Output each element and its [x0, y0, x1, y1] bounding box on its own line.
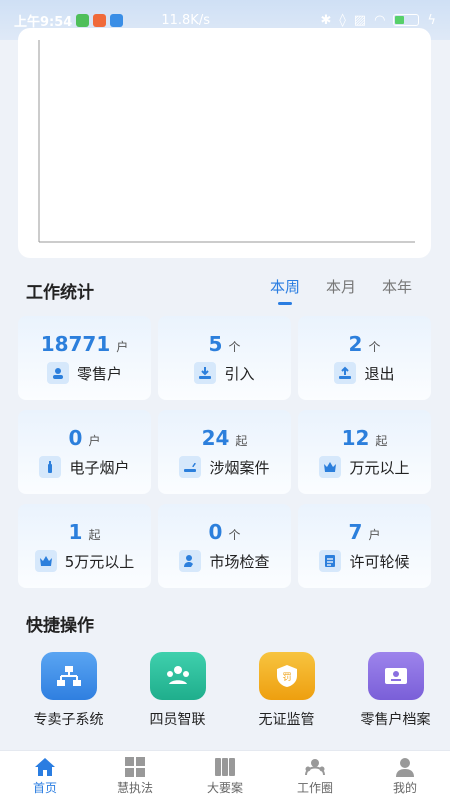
bottom-nav: 首页 慧执法 大要案 工作圈 我的 [0, 750, 450, 800]
profile-archive-icon [367, 652, 424, 700]
person-icon [396, 758, 414, 777]
stat-value: 7 [348, 520, 363, 544]
download-icon [194, 362, 217, 384]
tab-year[interactable]: 本年 [382, 276, 412, 297]
signal-icon: ▨ [353, 12, 367, 28]
nav-label: 慧执法 [116, 781, 153, 795]
quick-action-label: 无证监管 [258, 712, 315, 728]
stat-unit: 个 [228, 340, 241, 354]
nav-mine[interactable]: 我的 [360, 751, 450, 800]
chart-card [18, 28, 431, 258]
stat-unit: 起 [375, 434, 388, 448]
stat-card-tobacco-cases[interactable]: 24 起 涉烟案件 [158, 410, 291, 494]
stat-unit: 户 [116, 340, 129, 354]
stat-label: 零售户 [76, 364, 122, 383]
stats-header: 工作统计 本周 本月 本年 [26, 276, 426, 306]
stat-unit: 户 [368, 528, 381, 542]
period-tabs: 本周 本月 本年 [270, 276, 412, 305]
wifi-icon: ◠ [374, 12, 386, 28]
network-speed: 11.8K/s [161, 12, 210, 28]
quick-action-four-staff[interactable]: 四员智联 [123, 652, 232, 729]
stat-value: 0 [208, 520, 223, 544]
nav-label: 工作圈 [296, 781, 333, 795]
stat-label: 许可轮候 [349, 552, 410, 571]
quick-action-label: 四员智联 [149, 712, 206, 728]
stat-label: 引入 [224, 364, 255, 383]
stat-card-over-10k[interactable]: 12 起 万元以上 [298, 410, 431, 494]
stat-card-exited[interactable]: 2个 退出 [298, 316, 431, 400]
sitemap-icon [40, 652, 97, 700]
status-time: 上午9:54 [14, 14, 73, 30]
app-notification-icon [76, 13, 90, 27]
stat-card-over-50k[interactable]: 1起 5万元以上 [18, 504, 151, 588]
chart-axes [38, 40, 415, 243]
e-cigarette-icon [39, 456, 62, 478]
quick-action-label: 专卖子系统 [33, 712, 104, 728]
stat-label: 涉烟案件 [209, 458, 270, 477]
bluetooth-icon: ✱ [320, 12, 332, 28]
crown-icon [319, 456, 342, 478]
stat-unit: 个 [368, 340, 381, 354]
home-icon [35, 758, 55, 776]
stat-label: 电子烟户 [69, 458, 130, 477]
stat-label: 退出 [364, 364, 395, 383]
crown-icon [34, 550, 57, 572]
nav-label: 我的 [392, 781, 417, 795]
stat-label: 万元以上 [349, 458, 410, 477]
quick-action-retailer-archive[interactable]: 零售户档案 [341, 652, 450, 729]
quick-action-label: 零售户档案 [360, 712, 431, 728]
inspector-icon [179, 550, 202, 572]
vibrate-icon: ◊ [339, 12, 346, 28]
nav-label: 首页 [32, 781, 57, 795]
mi-notification-icon [93, 13, 107, 27]
quick-action-unlicensed-supervision[interactable]: 罚 无证监管 [232, 652, 341, 729]
tab-month[interactable]: 本月 [326, 276, 356, 297]
stat-card-e-cigarette[interactable]: 0户 电子烟户 [18, 410, 151, 494]
quick-actions-title: 快捷操作 [26, 616, 94, 636]
team-icon [149, 652, 206, 700]
stat-value: 12 [341, 426, 370, 450]
stat-value: 24 [201, 426, 230, 450]
stat-value: 0 [68, 426, 83, 450]
stats-title: 工作统计 [26, 283, 94, 303]
document-icon [319, 550, 342, 572]
svg-text:罚: 罚 [282, 672, 291, 683]
stat-value: 2 [348, 332, 363, 356]
stat-card-introduced[interactable]: 5个 引入 [158, 316, 291, 400]
stat-value: 18771 [40, 332, 111, 356]
grid-icon [125, 757, 145, 777]
quick-action-monopoly-subsystem[interactable]: 专卖子系统 [14, 652, 123, 729]
stat-value: 5 [208, 332, 223, 356]
nav-major-cases[interactable]: 大要案 [180, 751, 270, 800]
stat-grid: 18771户 零售户 5个 引入 2个 退出 0户 电子烟户 24起 涉烟案 [18, 316, 432, 588]
stat-label: 市场检查 [209, 552, 270, 571]
cigarette-icon [179, 456, 202, 478]
nav-smart-enforcement[interactable]: 慧执法 [90, 751, 180, 800]
nav-label: 大要案 [206, 781, 243, 795]
quick-actions-row: 专卖子系统 四员智联 罚 无证监管 零售户档案 [0, 652, 450, 729]
case-files-icon [215, 758, 235, 776]
stat-card-license-queue[interactable]: 7户 许可轮候 [298, 504, 431, 588]
nav-work-circle[interactable]: 工作圈 [270, 751, 360, 800]
stat-card-market-inspection[interactable]: 0个 市场检查 [158, 504, 291, 588]
shield-penalty-icon: 罚 [258, 652, 315, 700]
stat-value: 1 [68, 520, 83, 544]
cloud-notification-icon [110, 13, 124, 27]
tab-week[interactable]: 本周 [270, 276, 300, 305]
stat-unit: 起 [235, 434, 248, 448]
stat-unit: 个 [228, 528, 241, 542]
stat-unit: 户 [88, 434, 101, 448]
stat-unit: 起 [88, 528, 101, 542]
work-circle-icon [305, 759, 325, 776]
charging-icon: ϟ [427, 12, 436, 28]
battery-icon [393, 14, 420, 26]
stat-card-retailers[interactable]: 18771 户 零售户 [18, 316, 151, 400]
upload-icon [334, 362, 357, 384]
stat-label: 5万元以上 [64, 552, 135, 571]
nav-home[interactable]: 首页 [0, 751, 90, 800]
user-icon [46, 362, 69, 384]
